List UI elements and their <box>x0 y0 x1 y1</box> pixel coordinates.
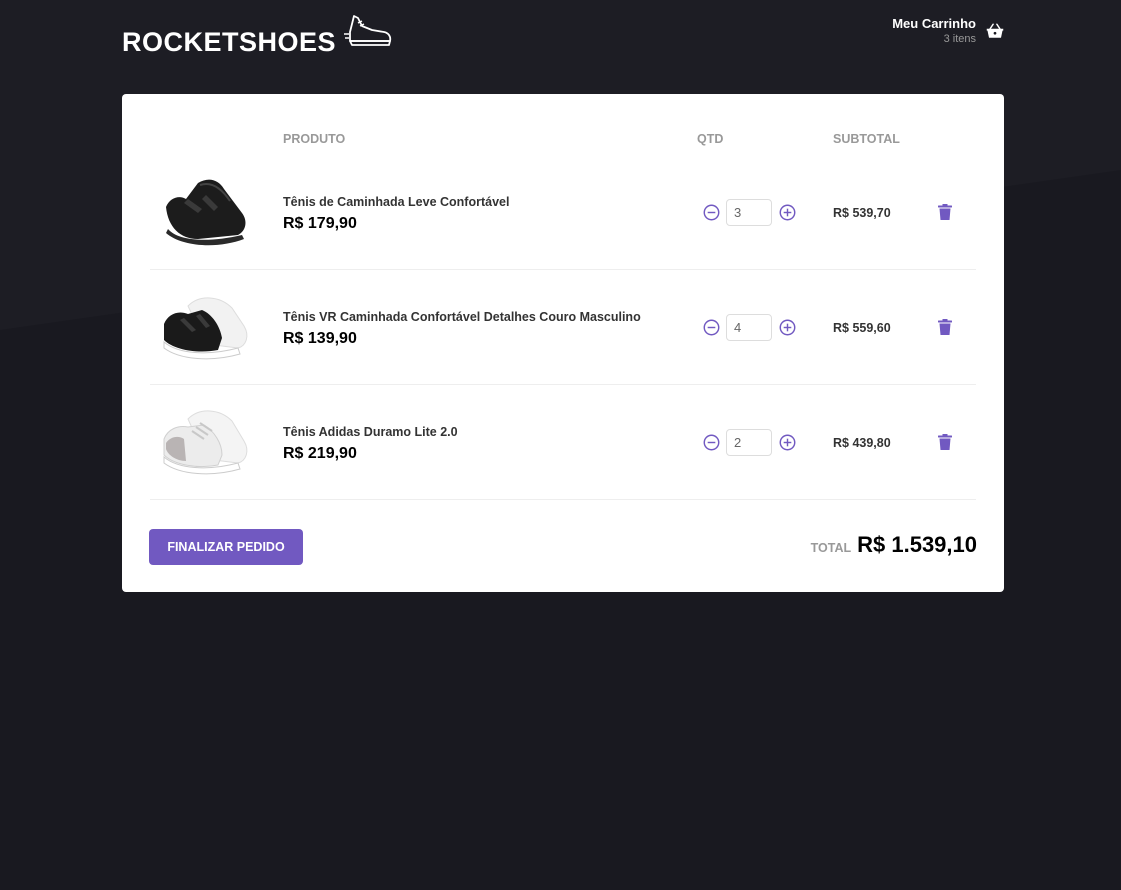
delete-icon[interactable] <box>938 434 952 450</box>
increment-button[interactable] <box>778 319 796 337</box>
cart-text: Meu Carrinho 3 itens <box>892 16 976 45</box>
cart-item-row: Tênis de Caminhada Leve Confortável R$ 1… <box>150 155 976 270</box>
shoe-logo-icon <box>344 15 392 46</box>
shopping-basket-icon <box>986 23 1004 38</box>
column-header-product: PRODUTO <box>283 132 346 146</box>
product-image <box>166 179 246 246</box>
item-subtotal: R$ 559,60 <box>833 321 891 335</box>
quantity-input[interactable] <box>726 199 772 226</box>
total-value: R$ 1.539,10 <box>857 532 977 557</box>
item-subtotal: R$ 439,80 <box>833 436 891 450</box>
product-name: Tênis de Caminhada Leve Confortável <box>283 195 510 209</box>
product-name: Tênis Adidas Duramo Lite 2.0 <box>283 425 458 439</box>
product-price: R$ 219,90 <box>283 445 357 462</box>
plus-circle-icon <box>779 204 795 221</box>
delete-icon[interactable] <box>938 204 952 220</box>
minus-circle-icon <box>703 319 719 336</box>
column-header-qty: QTD <box>697 132 724 146</box>
minus-circle-icon <box>703 204 719 221</box>
product-image <box>163 410 248 475</box>
finalize-order-button[interactable]: FINALIZAR PEDIDO <box>149 529 303 565</box>
header: ROCKETSHOES Meu Carrinho 3 itens <box>122 0 1004 94</box>
increment-button[interactable] <box>778 434 796 452</box>
decrement-button[interactable] <box>702 319 720 337</box>
product-image <box>163 297 248 360</box>
logo-text: ROCKETSHOES <box>122 26 337 57</box>
product-price: R$ 139,90 <box>283 330 357 347</box>
decrement-button[interactable] <box>702 434 720 452</box>
plus-circle-icon <box>779 434 795 451</box>
order-total: TOTAL R$ 1.539,10 <box>811 532 977 558</box>
plus-circle-icon <box>779 319 795 336</box>
total-label: TOTAL <box>810 541 852 555</box>
quantity-stepper <box>702 429 796 456</box>
product-price: R$ 179,90 <box>283 215 357 232</box>
quantity-input[interactable] <box>726 429 772 456</box>
cart-link[interactable]: Meu Carrinho 3 itens <box>892 16 1004 45</box>
cart-item-row: Tênis VR Caminhada Confortável Detalhes … <box>150 270 976 385</box>
item-subtotal: R$ 539,70 <box>833 206 891 220</box>
cart-item-row: Tênis Adidas Duramo Lite 2.0 R$ 219,90 R… <box>150 385 976 500</box>
product-name: Tênis VR Caminhada Confortável Detalhes … <box>283 310 641 324</box>
cart-container: PRODUTO QTD SUBTOTAL Tênis de Caminhada … <box>122 94 1004 592</box>
delete-icon[interactable] <box>938 319 952 335</box>
quantity-input[interactable] <box>726 314 772 341</box>
decrement-button[interactable] <box>702 204 720 222</box>
quantity-stepper <box>702 314 796 341</box>
increment-button[interactable] <box>778 204 796 222</box>
cart-count: 3 itens <box>943 33 976 45</box>
cart-title: Meu Carrinho <box>892 16 976 31</box>
logo[interactable]: ROCKETSHOES <box>122 12 392 55</box>
quantity-stepper <box>702 199 796 226</box>
column-header-subtotal: SUBTOTAL <box>833 132 900 146</box>
minus-circle-icon <box>703 434 719 451</box>
